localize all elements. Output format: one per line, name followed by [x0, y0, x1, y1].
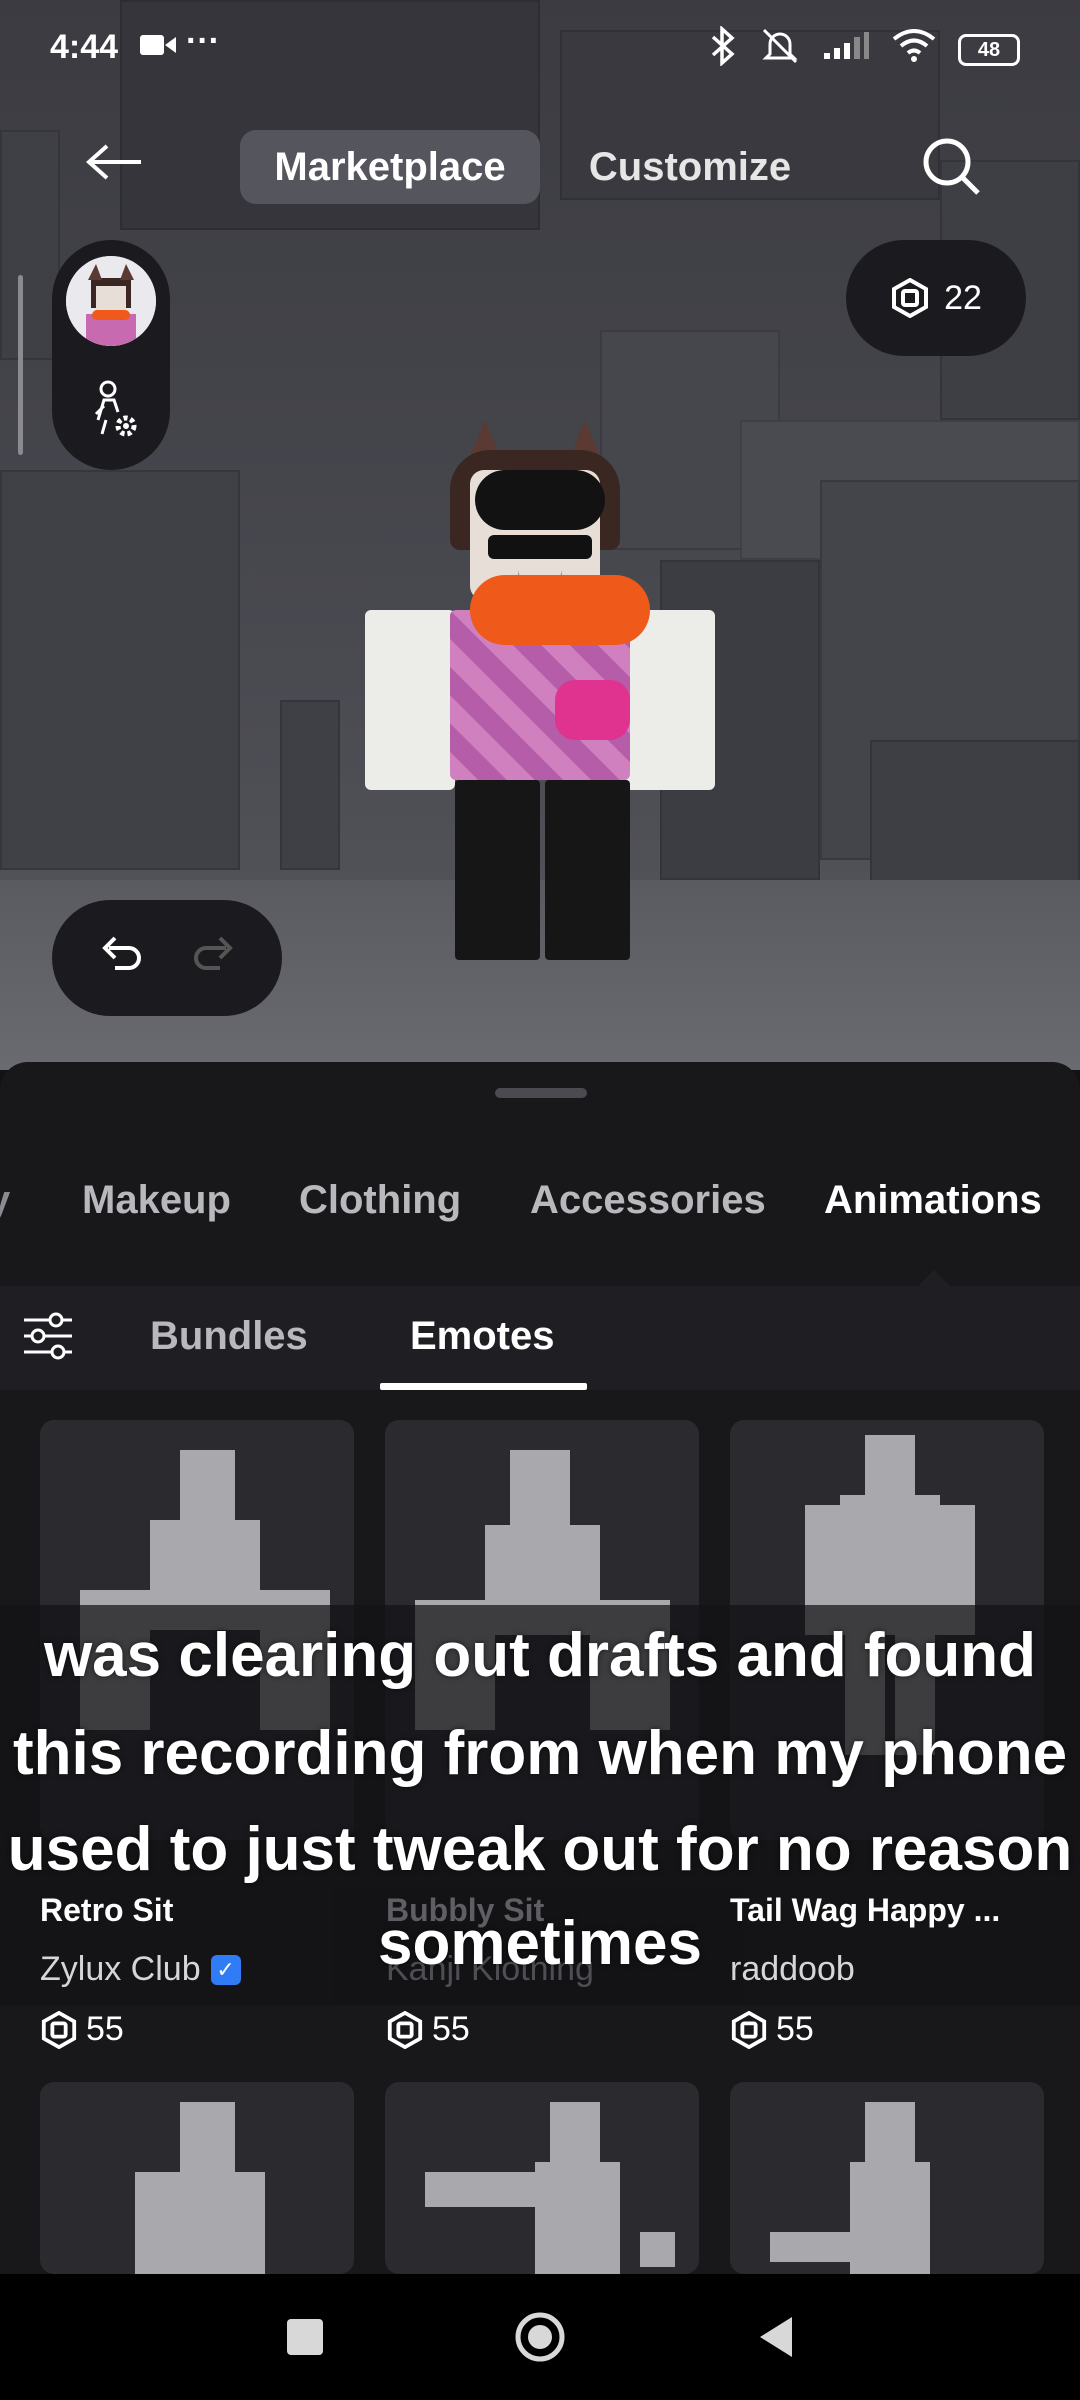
sheet-drag-handle[interactable] [495, 1088, 587, 1098]
subtab-active-underline [380, 1383, 587, 1390]
video-icon [138, 30, 178, 65]
character-leg-left [455, 780, 540, 960]
undo-redo-controls [52, 900, 282, 1016]
category-tab-animations[interactable]: Animations [824, 1178, 1042, 1223]
price-value: 55 [86, 2010, 124, 2048]
character-hat [475, 470, 605, 530]
item-price-retro-sit: 55 [40, 2010, 124, 2049]
battery-icon: 48 [958, 34, 1020, 66]
caption-line-3: used to just tweak out for no reason [7, 1815, 1073, 1884]
status-bar: 4:44 ··· 48 [0, 0, 1080, 100]
item-thumbnail-row2-2[interactable] [385, 2082, 699, 2274]
robux-icon [387, 2010, 423, 2049]
nav-home-icon[interactable] [514, 2311, 566, 2368]
character-leg-right [545, 780, 630, 960]
robux-amount: 22 [944, 278, 982, 317]
caption-line-1: was clearing out drafts and found [43, 1621, 1037, 1690]
status-icons: 48 [708, 25, 1020, 74]
filter-icon[interactable] [20, 1308, 76, 1364]
category-tab-accessories[interactable]: Accessories [530, 1178, 766, 1223]
system-nav-bar [0, 2274, 1080, 2400]
status-more-dots: ··· [186, 22, 220, 60]
robux-icon [41, 2010, 77, 2049]
nav-back-icon[interactable] [756, 2315, 796, 2364]
undo-icon[interactable] [95, 936, 145, 981]
item-name-tail-wag-happy[interactable]: Tail Wag Happy ... [730, 1892, 1000, 1929]
item-price-bubbly-sit: 55 [386, 2010, 470, 2049]
bluetooth-icon [708, 25, 738, 74]
category-tab-truncated[interactable]: y [0, 1178, 10, 1223]
search-icon [923, 138, 980, 195]
wifi-icon [892, 29, 936, 71]
price-value: 55 [776, 2010, 814, 2048]
item-creator-raddoob[interactable]: raddoob [730, 1950, 855, 1989]
category-tab-clothing[interactable]: Clothing [299, 1178, 461, 1223]
active-category-indicator [918, 1270, 950, 1286]
subtab-emotes[interactable]: Emotes [410, 1314, 555, 1359]
character-bag [555, 680, 630, 740]
scroll-indicator [18, 275, 23, 455]
avatar-settings-icon[interactable] [90, 380, 138, 440]
caption-line-2: this recording from when my phone [12, 1719, 1068, 1788]
item-price-tail-wag-happy: 55 [730, 2010, 814, 2049]
back-button[interactable] [80, 130, 150, 200]
signal-icon [822, 31, 870, 69]
robux-icon [731, 2010, 767, 2049]
back-arrow-icon [85, 144, 141, 180]
redo-icon[interactable] [190, 936, 240, 981]
tab-marketplace[interactable]: Marketplace [240, 130, 540, 204]
mute-icon [760, 26, 800, 74]
price-value: 55 [432, 2010, 470, 2048]
nav-square-icon[interactable] [285, 2317, 325, 2362]
character-scarf [470, 575, 650, 645]
robux-icon [892, 278, 929, 318]
robux-balance[interactable]: 22 [846, 240, 1026, 356]
subtab-bundles[interactable]: Bundles [150, 1314, 308, 1359]
character-arm-right [625, 610, 715, 790]
character-arm-left [365, 610, 455, 790]
tab-customize[interactable]: Customize [570, 130, 810, 204]
avatar-thumbnail[interactable] [66, 256, 156, 346]
item-thumbnail-row2-3[interactable] [730, 2082, 1044, 2274]
category-tab-makeup[interactable]: Makeup [82, 1178, 231, 1223]
item-thumbnail-row2-1[interactable] [40, 2082, 354, 2274]
status-time: 4:44 [50, 28, 119, 66]
character-glasses [488, 535, 592, 559]
search-button[interactable] [920, 135, 990, 205]
